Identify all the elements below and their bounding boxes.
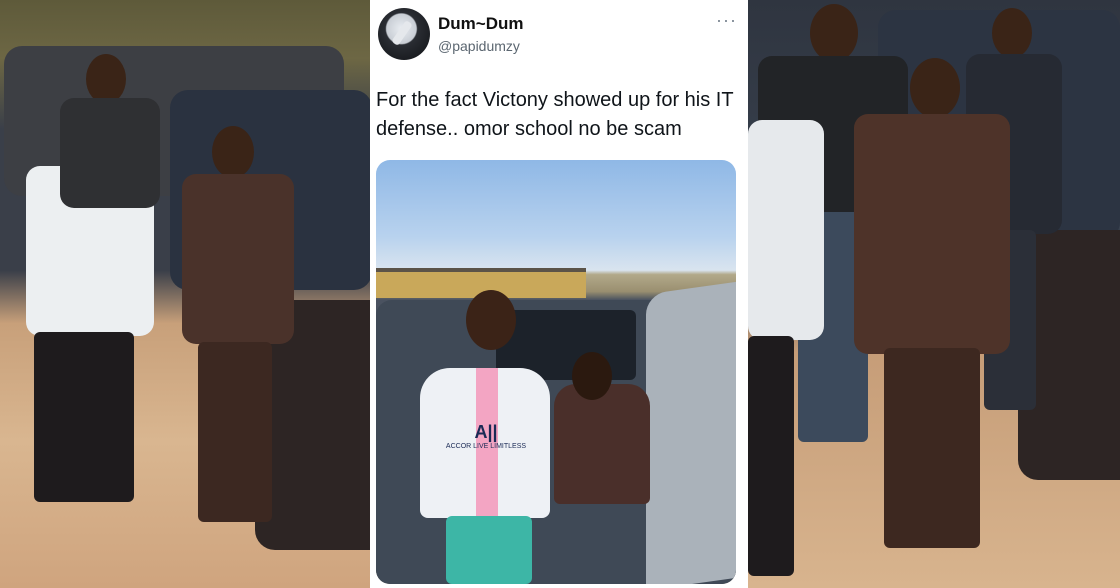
teal-pants <box>446 516 532 584</box>
tweet-text: For the fact Victony showed up for his I… <box>376 89 734 140</box>
brown-suit-jacket <box>854 114 1010 354</box>
head <box>910 58 960 118</box>
man-brown-suit <box>848 58 1018 588</box>
black-trousers <box>34 332 134 502</box>
display-name[interactable]: Dum~Dum <box>438 14 523 34</box>
avatar-figure-icon <box>391 20 413 46</box>
brown-trousers <box>884 348 980 548</box>
jersey-sponsor-text: ACCOR LIVE LIMITLESS <box>445 443 527 450</box>
man-white-shirt <box>748 120 826 580</box>
head <box>86 54 126 104</box>
black-trousers <box>748 336 794 576</box>
seated-man-suit <box>554 384 650 504</box>
tweet-photo[interactable]: A|| ACCOR LIVE LIMITLESS <box>376 160 736 584</box>
head <box>992 8 1032 58</box>
head <box>810 4 858 62</box>
seated-man-head <box>572 352 612 400</box>
brown-suit-jacket <box>182 174 294 344</box>
jersey-logo: A|| <box>474 422 498 442</box>
head <box>212 126 254 178</box>
right-photo <box>748 0 1120 588</box>
white-shirt <box>748 120 824 340</box>
left-photo <box>0 0 372 588</box>
user-handle[interactable]: @papidumzy <box>438 38 520 54</box>
avatar[interactable] <box>378 8 430 60</box>
man-grey-shirt <box>60 54 180 254</box>
brown-trousers <box>198 342 272 522</box>
grey-shirt <box>60 98 160 208</box>
standing-man-head <box>466 290 516 350</box>
man-brown-suit <box>178 126 298 536</box>
jersey-sponsor: A|| ACCOR LIVE LIMITLESS <box>436 422 536 450</box>
open-car-door <box>646 281 736 584</box>
more-icon[interactable]: ··· <box>716 10 737 31</box>
